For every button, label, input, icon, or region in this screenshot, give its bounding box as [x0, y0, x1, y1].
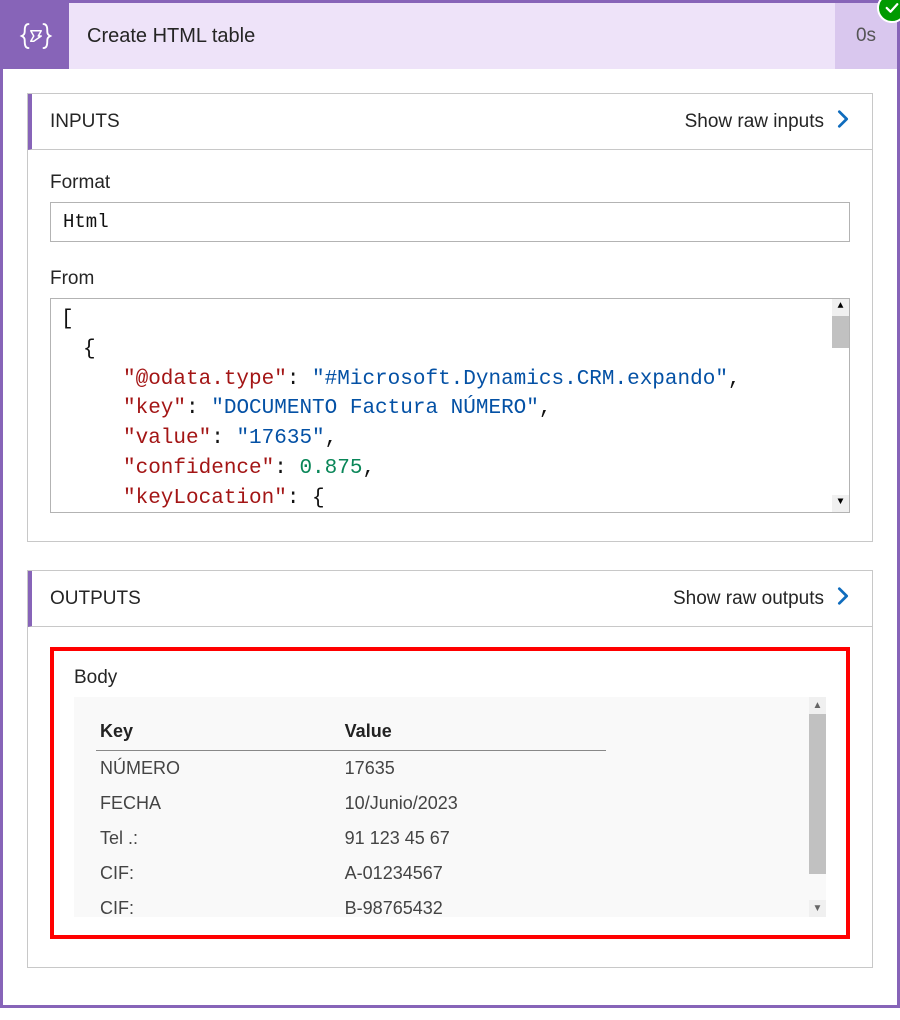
col-value-header: Value [341, 715, 606, 751]
outputs-header: OUTPUTS Show raw outputs [28, 571, 872, 627]
cell-key: FECHA [96, 786, 341, 821]
json-token: [ [61, 308, 74, 331]
cell-key: CIF: [96, 891, 341, 917]
inputs-header: INPUTS Show raw inputs [28, 94, 872, 150]
outputs-table: Key Value NÚMERO 17635 FECHA 10/Ju [96, 715, 606, 917]
table-row: Tel .: 91 123 45 67 [96, 821, 606, 856]
json-token: "value" [123, 427, 211, 450]
body-label: Body [74, 667, 826, 689]
json-token: "DOCUMENTO Factura NÚMERO" [211, 397, 539, 420]
outputs-body-area: ▲ ▼ Key Value NÚMERO [74, 697, 826, 917]
check-icon [883, 0, 900, 17]
cell-value: 91 123 45 67 [341, 821, 606, 856]
json-token: "confidence" [123, 457, 274, 480]
json-token: "17635" [236, 427, 324, 450]
json-token: { [312, 487, 325, 510]
inputs-card: INPUTS Show raw inputs Format Html From … [27, 93, 873, 542]
cell-key: CIF: [96, 856, 341, 891]
json-token: "#Microsoft.Dynamics.CRM.expando" [312, 368, 728, 391]
json-token: "keyLocation" [123, 487, 287, 510]
cell-value: 10/Junio/2023 [341, 786, 606, 821]
highlighted-region: Body ▲ ▼ Key Value [50, 647, 850, 939]
action-title-bar: Create HTML table 0s [3, 3, 897, 69]
from-json-preview: ▲ ▼ [ { "@odata.type": "#Microsoft.Dynam… [50, 298, 850, 513]
chevron-right-icon[interactable] [832, 585, 854, 612]
outputs-card: OUTPUTS Show raw outputs Body ▲ ▼ Key [27, 570, 873, 968]
table-row: CIF: A-01234567 [96, 856, 606, 891]
action-icon [3, 3, 69, 69]
outputs-title: OUTPUTS [50, 588, 673, 610]
scroll-up-icon[interactable]: ▲ [832, 299, 849, 316]
scroll-down-icon[interactable]: ▼ [832, 495, 849, 512]
cell-value: A-01234567 [341, 856, 606, 891]
chevron-right-icon[interactable] [832, 108, 854, 135]
show-raw-outputs-link[interactable]: Show raw outputs [673, 588, 824, 610]
content-area: INPUTS Show raw inputs Format Html From … [3, 69, 897, 1020]
from-label: From [50, 268, 850, 290]
cell-value: B-98765432 [341, 891, 606, 917]
scroll-down-icon[interactable]: ▼ [809, 900, 826, 917]
filter-braces-icon [18, 18, 54, 54]
table-row: FECHA 10/Junio/2023 [96, 786, 606, 821]
table-row: NÚMERO 17635 [96, 751, 606, 787]
json-token: "key" [123, 397, 186, 420]
inputs-title: INPUTS [50, 111, 685, 133]
table-header-row: Key Value [96, 715, 606, 751]
format-label: Format [50, 172, 850, 194]
json-token: { [83, 338, 96, 361]
scroll-thumb[interactable] [809, 714, 826, 874]
action-title: Create HTML table [69, 3, 835, 69]
json-token: "@odata.type" [123, 368, 287, 391]
scroll-thumb[interactable] [832, 316, 849, 348]
outputs-body: Body ▲ ▼ Key Value [28, 627, 872, 967]
col-key-header: Key [96, 715, 341, 751]
cell-key: Tel .: [96, 821, 341, 856]
inputs-body: Format Html From ▲ ▼ [ { "@odata.type": … [28, 150, 872, 541]
table-row: CIF: B-98765432 [96, 891, 606, 917]
cell-key: NÚMERO [96, 751, 341, 787]
cell-value: 17635 [341, 751, 606, 787]
scroll-up-icon[interactable]: ▲ [809, 697, 826, 714]
format-value: Html [50, 202, 850, 242]
show-raw-inputs-link[interactable]: Show raw inputs [685, 111, 824, 133]
json-token: 0.875 [299, 457, 362, 480]
